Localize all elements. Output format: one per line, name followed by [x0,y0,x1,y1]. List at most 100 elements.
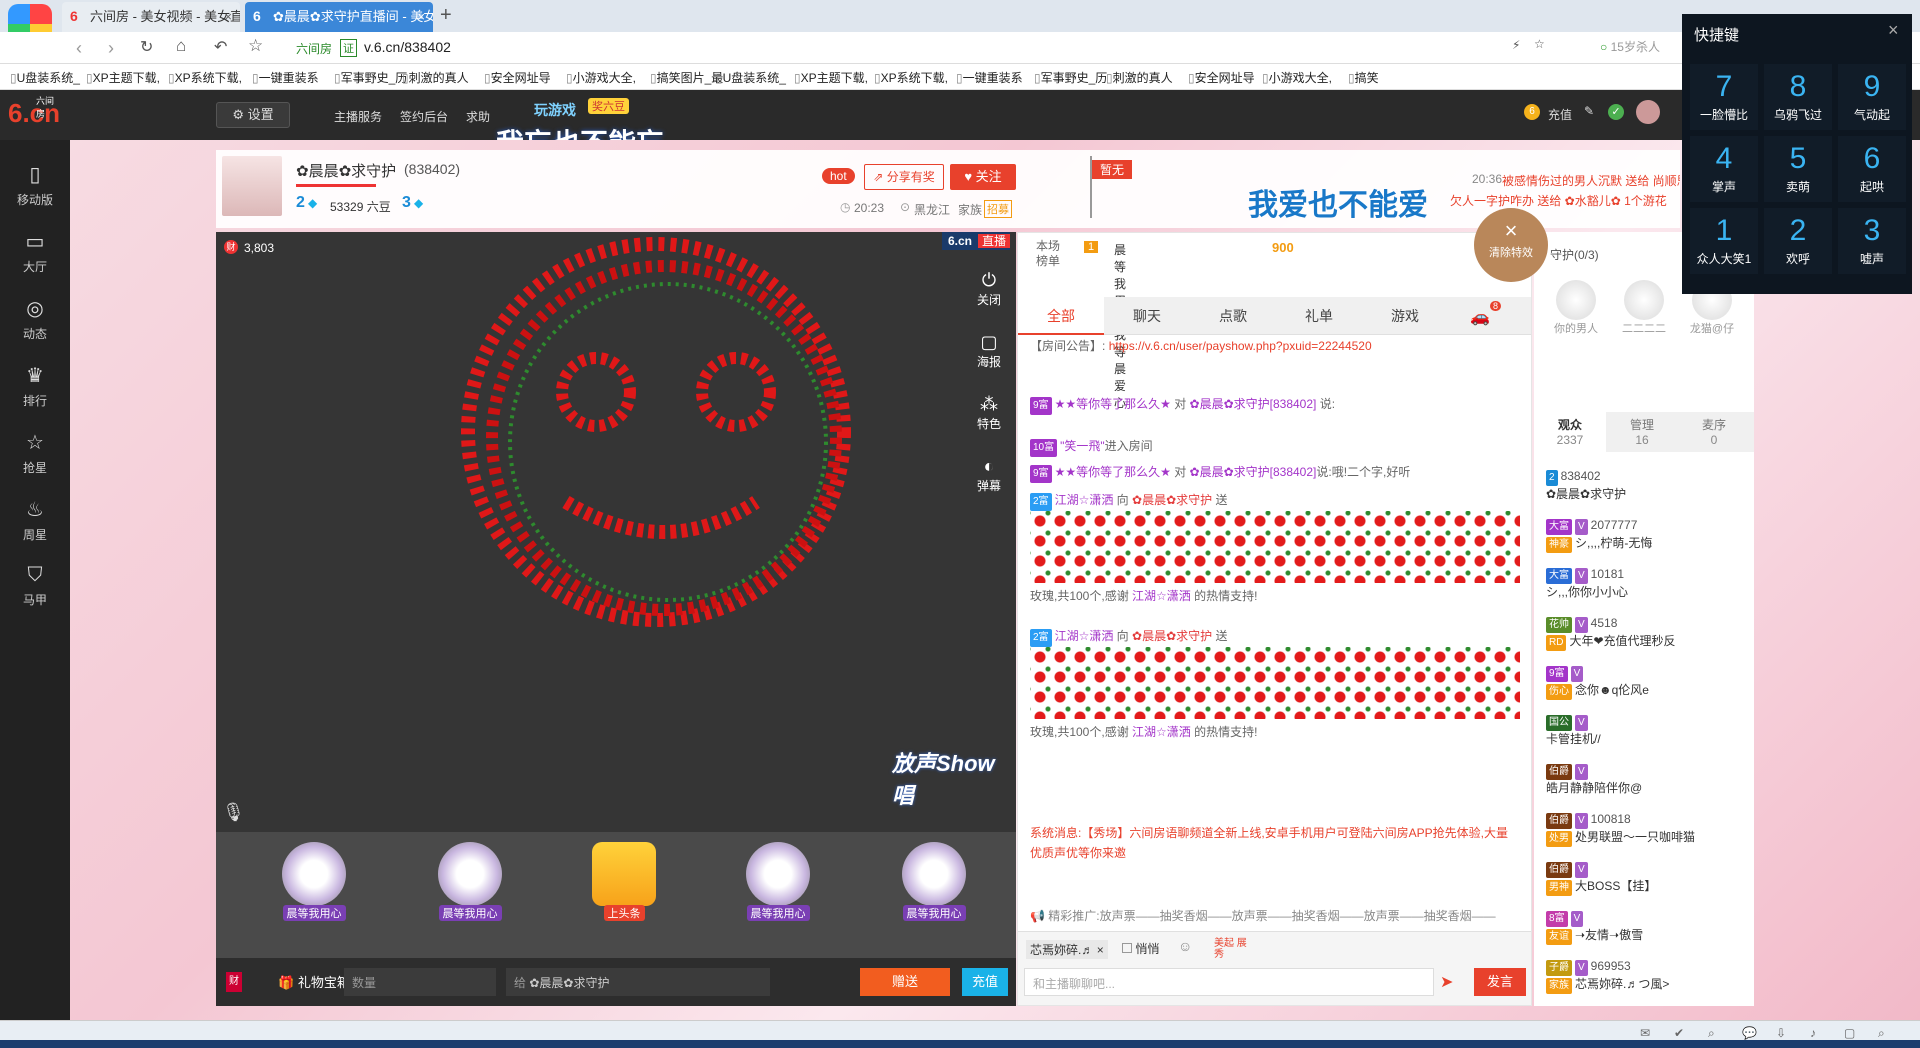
chat-send-button[interactable]: 发言 [1474,968,1526,996]
chat-tab[interactable]: 点歌 [1190,297,1276,335]
bookmark-item[interactable]: ▯小游戏大全, [566,69,636,86]
video-control[interactable]: ◐ 弹幕 [968,456,1010,494]
audience-tab[interactable]: 观众 2337 [1534,412,1606,452]
chat-user[interactable]: "笑一飛" [1060,439,1105,453]
close-icon[interactable]: × [224,2,232,32]
shortcut-cell[interactable]: 1 众人大笑1 [1690,208,1758,274]
rail-item[interactable]: ☆ 抢星 [0,420,70,486]
gift-item[interactable]: 上头条 [574,838,674,938]
rail-item[interactable]: ▭ 大厅 [0,219,70,285]
window-icon[interactable]: ▢ [1844,1026,1855,1040]
back-icon[interactable]: ‹ [76,38,82,59]
bookmark-item[interactable]: ▯XP主题下载, [86,69,160,86]
settings-button[interactable]: ⚙ 设置 [216,102,290,128]
bookmark-item[interactable]: ▯安全网址导 [1188,69,1255,86]
gift-target[interactable]: ✿晨晨✿求守护 [1132,629,1212,643]
tab-0[interactable]: 6 六间房 - 美女视频 - 美女直播 - × [62,2,240,32]
forward-icon[interactable]: › [108,38,114,59]
close-icon[interactable]: × [1097,943,1104,957]
gift-target[interactable]: ✿晨晨✿求守护 [1132,493,1212,507]
audience-row[interactable]: 大富 V 2077777 神豪 シ,,,,柠萌-无悔 [1546,517,1746,553]
quantity-input[interactable]: 数量 [344,968,496,996]
bookmark-item[interactable]: ▯安全网址导 [484,69,551,86]
video-player[interactable]: 财 3,803 6.cn 直播 ⏻ 关闭 ▢ 海报 ⁂ 特色 ◐ 弹幕 放声Show唱 🎙 [216,232,1016,832]
chat-tab[interactable]: 聊天 [1104,297,1190,335]
audience-row[interactable]: 9富 V 伤心 念你☻q伦风e [1546,664,1746,700]
chat-user[interactable]: ★★等你等了那么久★ [1055,397,1171,411]
game-promo[interactable]: 玩游戏 [534,100,576,120]
bookmark-item[interactable]: ▯XP系统下载, [168,69,242,86]
guard-slot[interactable]: 二二二二 [1612,280,1676,336]
site-logo[interactable]: 6.cn 六间房 [8,96,60,129]
bookmark-item[interactable]: ▯搞笑 [1348,69,1379,86]
recipient-select[interactable]: 给 ✿晨晨✿求守护 [506,968,770,996]
bookmark-item[interactable]: ▯刺激的真人 [402,69,469,86]
anchor-service-link[interactable]: 主播服务 [334,108,382,125]
emoji-icon[interactable]: ☺ [1178,938,1192,954]
shortcut-cell[interactable]: 5 卖萌 [1764,136,1832,202]
new-tab-button[interactable]: + [440,4,452,27]
bookmark-item[interactable]: ▯小游戏大全, [1262,69,1332,86]
gift-user[interactable]: 江湖☆潇洒 [1055,629,1114,643]
audience-row[interactable]: 伯爵 V 男神 大BOSS【挂】 [1546,860,1746,896]
gift-thanks-user[interactable]: 江湖☆潇洒 [1132,725,1191,739]
sign-backend-link[interactable]: 签约后台 [400,108,448,125]
follow-button[interactable]: ♥ 关注 [950,164,1016,190]
audience-row[interactable]: 子爵 V 969953 家族 芯焉妳碎.♬つ風> [1546,958,1746,994]
chat-target[interactable]: ✿晨晨✿求守护[838402] [1190,397,1317,411]
bookmark-item[interactable]: ▯U盘装系统_ [10,69,80,86]
shortcut-cell[interactable]: 9 气动起 [1838,64,1906,130]
mail-icon[interactable]: ✉ [1640,1026,1650,1040]
audience-row[interactable]: 国公 V 卡管挂机// [1546,713,1746,747]
whisper-checkbox[interactable]: 悄悄 [1122,940,1159,957]
audience-row[interactable]: 大富 V 10181 シ,,,你你小小心 [1546,566,1746,600]
chat-tab[interactable]: 礼单 [1276,297,1362,335]
shortcut-cell[interactable]: 7 一脸懵比 [1690,64,1758,130]
chat-tab[interactable]: 全部 [1018,297,1104,335]
recharge-link[interactable]: 充值 [1548,106,1572,123]
family-badge[interactable]: 招募 [984,200,1012,218]
chat-tab[interactable]: 游戏 [1362,297,1448,335]
bookmark-item[interactable]: ▯一键重装系 [252,69,319,86]
gift-item[interactable]: 晨等我用心 [264,838,364,938]
video-control[interactable]: ⁂ 特色 [968,394,1010,432]
rail-item[interactable]: ♨ 周星 [0,487,70,553]
chat-target[interactable]: ✿晨晨✿求守护[838402] [1190,465,1317,479]
mic-icon[interactable]: 🎙 [222,802,245,823]
undo-icon[interactable]: ↶ [214,37,227,57]
share-button[interactable]: ⇗ 分享有奖 [864,164,944,190]
send-gift-button[interactable]: 赠送 [860,968,950,996]
address-bar[interactable]: 六间房 证 v.6.cn/838402 [290,36,1500,60]
gift-item[interactable]: 晨等我用心 [420,838,520,938]
rail-item[interactable]: ◎ 动态 [0,286,70,352]
chat-input[interactable]: 和主播聊聊吧... [1024,968,1434,996]
search-box[interactable]: ○ 15岁杀人 [1600,38,1680,58]
check-icon[interactable]: ✔ [1674,1026,1684,1040]
rail-item[interactable]: ▯ 移动版 [0,152,70,218]
car-icon[interactable]: 🚗 [1470,307,1490,327]
home-icon[interactable]: ⌂ [176,36,186,56]
bookmark-icon[interactable]: ☆ [1534,37,1545,51]
announcement-link[interactable]: https://v.6.cn/user/payshow.php?pxuid=22… [1109,339,1372,353]
bookmark-item[interactable]: ▯XP系统下载, [874,69,948,86]
wallet-icon[interactable]: 财 [226,972,242,992]
recharge-button[interactable]: 充值 [962,968,1008,996]
bookmark-item[interactable]: ▯军事野史_历 [1034,69,1107,86]
sound-icon[interactable]: ♪ [1810,1026,1816,1040]
help-link[interactable]: 求助 [466,108,490,125]
guard-slot[interactable]: 你的男人 [1544,280,1608,336]
show-button[interactable]: 美起 展秀 [1214,938,1254,960]
audience-row[interactable]: 伯爵 V 100818 处男 处男联盟～一只咖啡猫 [1546,811,1746,847]
star-icon[interactable]: ☆ [248,36,263,56]
audience-tab[interactable]: 麦序 0 [1678,412,1750,452]
bookmark-item[interactable]: ▯军事野史_历 [334,69,407,86]
rail-item[interactable]: ⛉ 马甲 [0,554,70,620]
shortcut-cell[interactable]: 2 欢呼 [1764,208,1832,274]
chat-user[interactable]: ★★等你等了那么久★ [1055,465,1171,479]
search-icon[interactable]: ⌕ [1878,1026,1885,1041]
send-icon[interactable]: ➤ [1440,972,1453,992]
edit-icon[interactable]: ✎ [1584,104,1594,118]
download-icon[interactable]: ⇩ [1776,1026,1786,1040]
bookmark-item[interactable]: ▯搞笑图片_最 [650,69,723,86]
chat-icon[interactable]: 💬 [1742,1026,1757,1040]
